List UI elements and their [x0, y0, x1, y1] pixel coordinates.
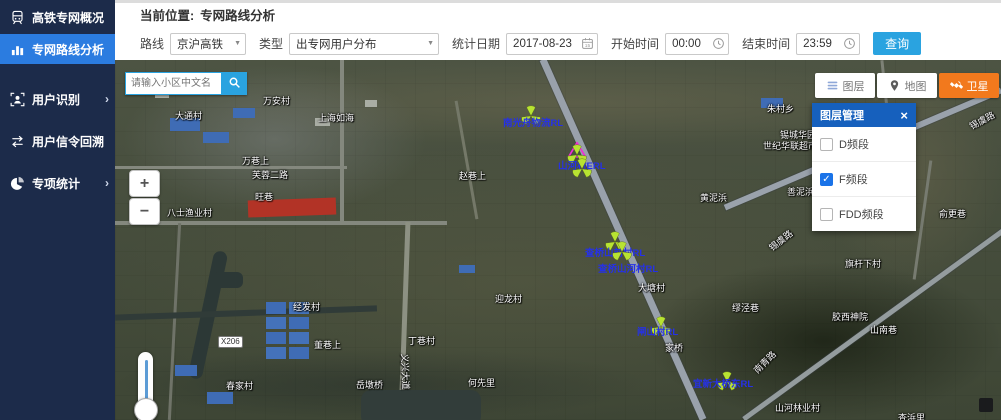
- view-button-label: 卫星: [967, 78, 989, 94]
- chevron-down-icon: ▼: [427, 40, 434, 47]
- pie-icon: [10, 176, 25, 191]
- map-attribution: [979, 398, 993, 412]
- train-icon: [10, 10, 25, 25]
- cell-marker[interactable]: [569, 156, 595, 183]
- sidebar: 高铁专网概况专网路线分析用户识别 › 用户信令回溯专项统计 ›: [0, 0, 115, 420]
- sidebar-item-label: 用户识别: [32, 91, 80, 108]
- layer-panel-title: 图层管理: [820, 107, 864, 123]
- sidebar-item-label: 高铁专网概况: [32, 9, 104, 26]
- zoom-slider: [133, 352, 161, 420]
- search-icon: [228, 76, 241, 92]
- layer-options-list: D频段 ✓ F频段 FDD频段: [812, 127, 916, 231]
- sidebar-item-label: 专网路线分析: [32, 41, 104, 58]
- sidebar-item-label: 专项统计: [32, 175, 80, 192]
- layers-icon: [826, 79, 839, 92]
- layer-manager-panel: 图层管理 × D频段 ✓ F频段 FDD频段: [812, 103, 916, 231]
- cell-search: [125, 72, 247, 95]
- type-select-value: 出专网用户分布: [296, 36, 377, 52]
- cell-marker-label: 查桥山河村RL: [598, 261, 658, 275]
- date-label: 统计日期: [452, 35, 500, 52]
- view-button-map[interactable]: 地图: [877, 73, 937, 98]
- cell-marker-label: 闸山村RL: [637, 324, 678, 338]
- end-time-field: [796, 33, 860, 55]
- layer-option-row[interactable]: D频段: [812, 127, 916, 162]
- type-select[interactable]: 出专网用户分布 ▼: [289, 33, 439, 55]
- cell-search-input[interactable]: [125, 72, 221, 95]
- sidebar-item-user-identify[interactable]: 用户识别 ›: [0, 86, 115, 112]
- view-button-label: 地图: [905, 78, 927, 94]
- layer-option-checkbox[interactable]: [820, 138, 833, 151]
- map-pin-icon: [888, 79, 901, 92]
- sidebar-item-overview[interactable]: 高铁专网概况: [0, 4, 115, 30]
- end-time-label: 结束时间: [742, 35, 790, 52]
- zoom-slider-handle[interactable]: [134, 398, 158, 420]
- page-title: 专网路线分析: [200, 9, 275, 23]
- zoom-out-button[interactable]: −: [129, 198, 160, 225]
- filter-toolbar: 路线 京沪高铁 ▼ 类型 出专网用户分布 ▼ 统计日期 15 开始时间 结束时间: [115, 28, 1001, 59]
- type-label: 类型: [259, 35, 283, 52]
- zoom-in-button[interactable]: +: [129, 170, 160, 197]
- start-time-input[interactable]: [666, 34, 728, 54]
- map-canvas[interactable]: 万安村大通村上海如海朱村乡锡城华园世纪华联超市万巷上芙蓉二路旺巷八士渔业村赵巷上…: [115, 60, 1001, 420]
- sidebar-menu: 高铁专网概况专网路线分析用户识别 › 用户信令回溯专项统计 ›: [0, 0, 115, 196]
- layer-panel-header: 图层管理 ×: [812, 103, 916, 127]
- cell-marker-label: 南光舟物流RL: [503, 115, 563, 129]
- date-field: 15: [506, 33, 598, 55]
- layer-option-label: F频段: [839, 171, 868, 187]
- sidebar-item-label: 用户信令回溯: [32, 133, 104, 150]
- start-time-label: 开始时间: [611, 35, 659, 52]
- breadcrumb: 当前位置: 专网路线分析: [115, 3, 1001, 28]
- map-view-buttons: 图层 地图 卫星: [813, 73, 999, 98]
- cell-search-button[interactable]: [221, 72, 247, 95]
- layer-option-label: FDD频段: [839, 206, 884, 222]
- close-icon[interactable]: ×: [900, 109, 908, 122]
- user-scan-icon: [10, 92, 25, 107]
- view-button-satellite[interactable]: 卫星: [939, 73, 999, 98]
- view-button-layers[interactable]: 图层: [815, 73, 875, 98]
- chevron-right-icon: ›: [105, 92, 109, 106]
- satellite-icon: [950, 79, 963, 92]
- end-time-input[interactable]: [797, 34, 859, 54]
- route-select-value: 京沪高铁: [177, 36, 223, 52]
- chevron-down-icon: ▼: [234, 40, 241, 47]
- sidebar-item-statistics[interactable]: 专项统计 ›: [0, 170, 115, 196]
- layer-option-checkbox[interactable]: ✓: [820, 173, 833, 186]
- route-select[interactable]: 京沪高铁 ▼: [170, 33, 246, 55]
- zoom-controls: + −: [129, 170, 160, 225]
- view-button-label: 图层: [843, 78, 865, 94]
- breadcrumb-label: 当前位置:: [140, 9, 194, 23]
- sidebar-item-route-analysis[interactable]: 专网路线分析: [0, 34, 115, 64]
- chart-icon: [10, 42, 25, 57]
- cell-marker-label: 宜新大桥东RL: [693, 376, 753, 390]
- main-content: 当前位置: 专网路线分析 路线 京沪高铁 ▼ 类型 出专网用户分布 ▼ 统计日期 …: [115, 0, 1001, 420]
- query-button[interactable]: 查询: [873, 32, 921, 55]
- chevron-right-icon: ›: [105, 176, 109, 190]
- layer-option-row[interactable]: ✓ F频段: [812, 162, 916, 197]
- sidebar-item-signal-trace[interactable]: 用户信令回溯: [0, 128, 115, 154]
- start-time-field: [665, 33, 729, 55]
- layer-option-label: D频段: [839, 136, 869, 152]
- layer-option-row[interactable]: FDD频段: [812, 197, 916, 231]
- date-input[interactable]: [507, 34, 597, 54]
- layer-option-checkbox[interactable]: [820, 208, 833, 221]
- swap-icon: [10, 134, 25, 149]
- route-label: 路线: [140, 35, 164, 52]
